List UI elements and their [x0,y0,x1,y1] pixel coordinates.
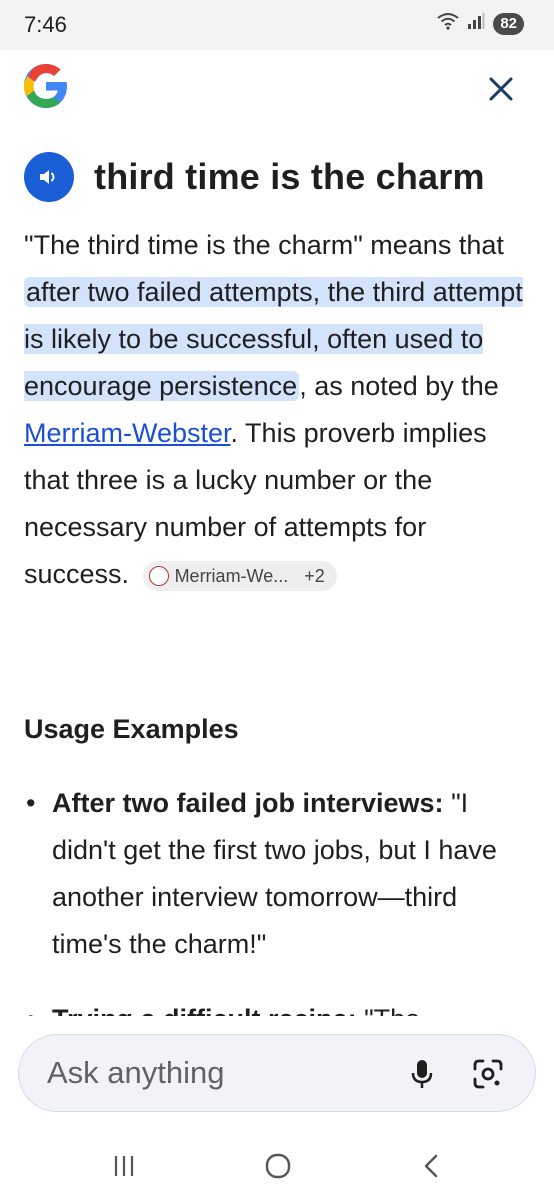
source-chip[interactable]: Merriam-We... +2 [142,560,337,591]
close-button[interactable] [486,74,516,104]
definition-intro: "The third time is the charm" means that [24,230,504,260]
bullet-icon: • [26,788,36,818]
merriam-webster-link[interactable]: Merriam-Webster [24,418,231,448]
definition-text: "The third time is the charm" means that… [24,222,534,598]
list-item: • Trying a difficult recipe: "The [24,996,534,1016]
google-logo [22,62,70,110]
list-item: • After two failed job interviews: "I di… [24,780,534,968]
source-chip-more: +2 [304,565,325,586]
speaker-icon [40,170,55,184]
close-icon [489,77,513,101]
recent-apps-icon [114,1156,134,1176]
usage-examples-list: • After two failed job interviews: "I di… [24,780,534,1016]
ask-bar[interactable]: Ask anything [18,1034,536,1112]
battery-icon: 82 [493,12,524,35]
recent-apps-button[interactable] [104,1150,144,1184]
mic-button[interactable] [405,1057,439,1091]
home-icon [265,1153,291,1179]
usage-examples-title: Usage Examples [24,714,239,744]
home-button[interactable] [258,1150,298,1184]
mic-icon [411,1060,433,1088]
lens-icon [473,1059,503,1089]
example-title: After two failed job interviews: [52,788,444,818]
status-bar: 7:46 82 [0,0,554,50]
source-chip-label: Merriam-We... [174,565,289,586]
speaker-button[interactable] [24,152,74,202]
back-button[interactable] [412,1150,452,1184]
back-icon [424,1154,438,1178]
example-text: "The [357,1004,420,1016]
definition-mid: , as noted by the [299,371,499,401]
bullet-icon: • [26,996,35,1016]
navigation-bar [0,1130,554,1200]
merriam-webster-logo-icon [148,565,169,586]
status-time: 7:46 [24,12,67,37]
signal-icon [467,12,485,35]
wifi-icon [437,12,459,35]
status-icons: 82 [437,12,524,35]
term-title: third time is the charm [94,156,485,197]
example-title: Trying a difficult recipe: [52,1004,357,1016]
lens-button[interactable] [471,1057,505,1091]
ask-input[interactable]: Ask anything [47,1055,225,1091]
term-heading: third time is the charm [24,152,544,202]
